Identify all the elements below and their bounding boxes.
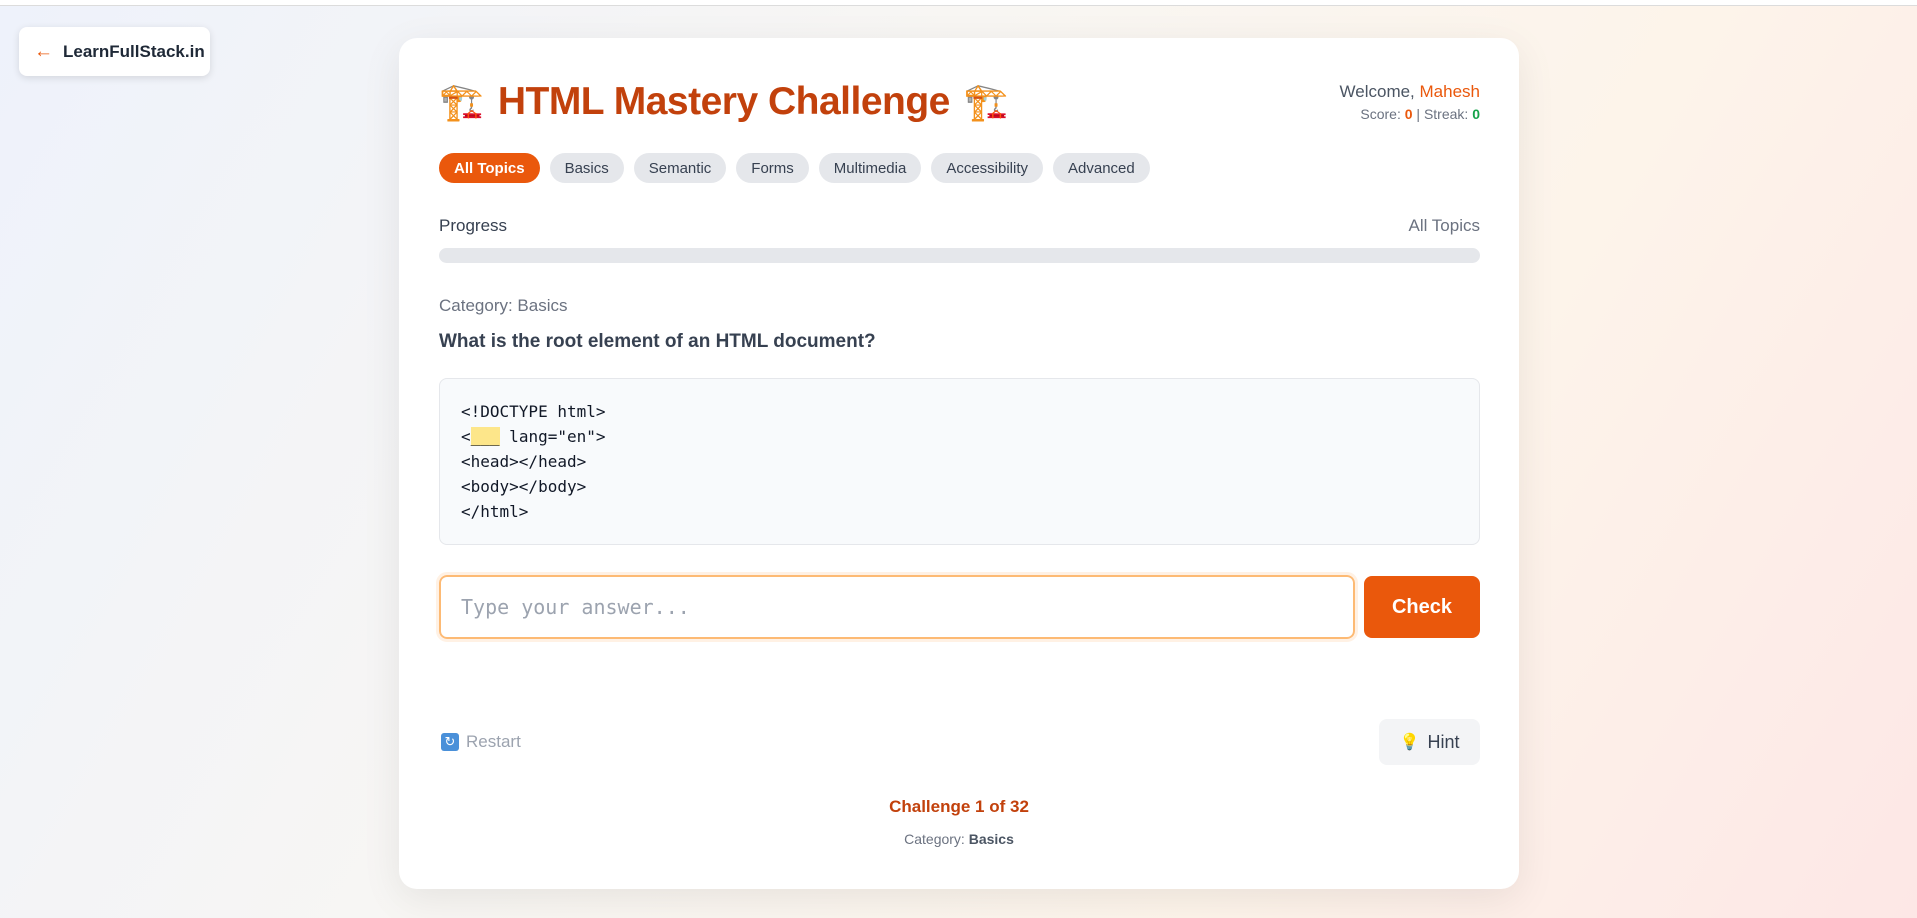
score-value: 0 (1404, 106, 1413, 122)
code-snippet: <!DOCTYPE html> <___ lang="en"> <head></… (439, 378, 1480, 545)
streak-label: Streak: (1423, 106, 1469, 122)
footer-category-prefix: Category: (904, 831, 965, 847)
back-link-label: LearnFullStack.in (63, 41, 205, 61)
question-category: Category: Basics (439, 296, 568, 315)
welcome-text: Welcome, Mahesh (1340, 82, 1480, 102)
code-line: <!DOCTYPE html> (461, 402, 606, 421)
topic-advanced[interactable]: Advanced (1053, 153, 1150, 183)
code-blank: ___ (470, 427, 500, 446)
back-link[interactable]: ← LearnFullStack.in (19, 27, 210, 76)
restart-icon: ↻ (441, 733, 459, 751)
code-prefix: < (461, 427, 471, 446)
check-button[interactable]: Check (1364, 576, 1480, 638)
code-line: </html> (461, 502, 529, 521)
challenge-counter: Challenge 1 of 32 (889, 797, 1029, 816)
topic-accessibility[interactable]: Accessibility (931, 153, 1043, 183)
footer-category: Category: Basics (399, 831, 1519, 847)
stats-line: Score: 0 | Streak: 0 (1340, 106, 1480, 122)
construction-crane-icon: 🏗️ (439, 81, 484, 122)
topic-forms[interactable]: Forms (736, 153, 809, 183)
browser-top-edge (0, 0, 1917, 6)
user-name: Mahesh (1419, 82, 1480, 101)
code-line: <head></head> (461, 452, 587, 471)
topic-basics[interactable]: Basics (549, 153, 624, 183)
progress-bar (439, 248, 1480, 263)
topic-filter: All Topics Basics Semantic Forms Multime… (439, 153, 1150, 183)
stats-separator: | (1416, 106, 1421, 122)
progress-topic: All Topics (1408, 216, 1481, 235)
footer-category-value: Basics (968, 831, 1014, 847)
restart-label: Restart (466, 732, 521, 751)
page-header: 🏗️ HTML Mastery Challenge 🏗️ (439, 80, 1009, 124)
topic-multimedia[interactable]: Multimedia (818, 153, 922, 183)
code-line-with-blank: <___ lang="en"> (461, 424, 1458, 449)
answer-input[interactable] (436, 572, 1358, 642)
question-text: What is the root element of an HTML docu… (439, 331, 876, 352)
back-arrow-icon: ← (34, 40, 53, 62)
user-info: Welcome, Mahesh Score: 0 | Streak: 0 (1340, 82, 1480, 122)
construction-crane-icon-right: 🏗️ (963, 81, 1009, 122)
hint-button[interactable]: 💡 Hint (1379, 719, 1480, 765)
topic-all[interactable]: All Topics (439, 153, 540, 183)
lightbulb-icon: 💡 (1399, 734, 1420, 751)
restart-button[interactable]: ↻ Restart (441, 732, 521, 752)
topic-semantic[interactable]: Semantic (633, 153, 727, 183)
progress-label: Progress (439, 216, 508, 235)
challenge-card: 🏗️ HTML Mastery Challenge 🏗️ Welcome, Ma… (399, 38, 1519, 889)
streak-value: 0 (1472, 106, 1480, 122)
page-title: HTML Mastery Challenge (497, 80, 951, 123)
hint-label: Hint (1427, 731, 1460, 752)
code-line: <body></body> (461, 477, 587, 496)
score-label: Score: (1360, 106, 1401, 122)
welcome-prefix: Welcome, (1339, 82, 1415, 101)
code-suffix: lang="en"> (499, 427, 606, 446)
